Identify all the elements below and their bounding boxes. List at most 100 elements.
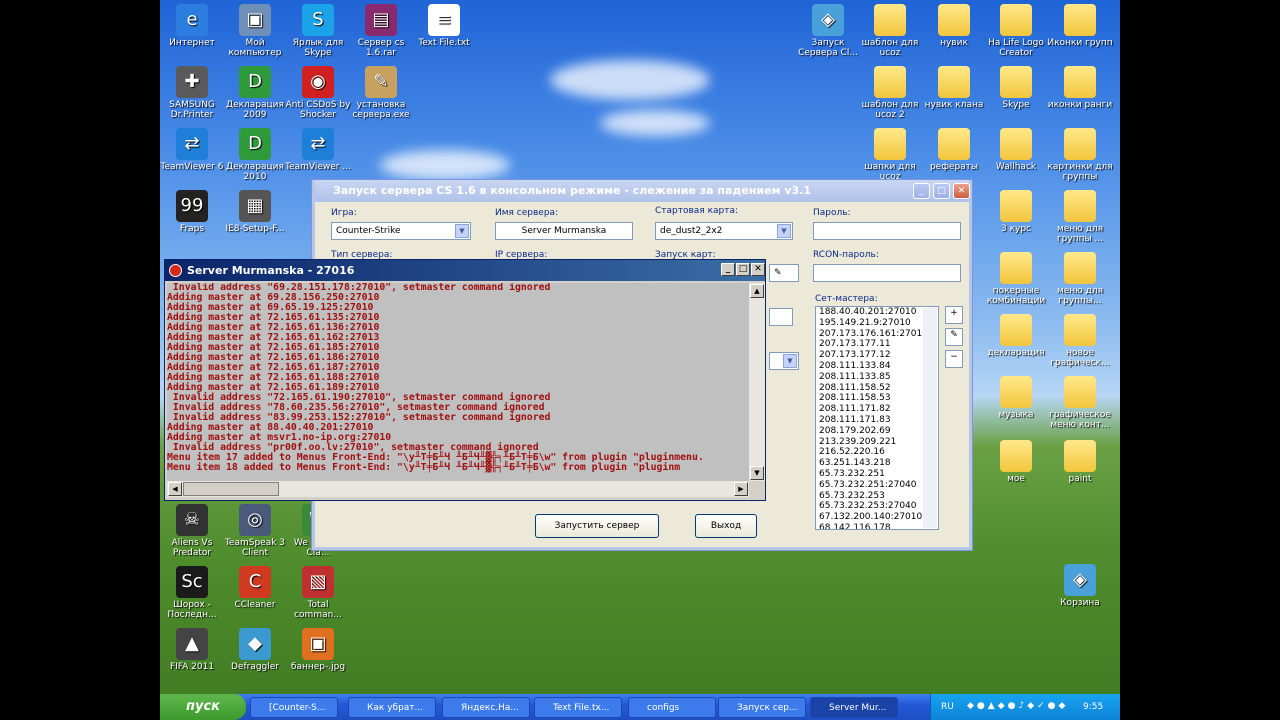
desktop-icon[interactable]: S Ярлык для Skype — [284, 4, 352, 58]
edit-button[interactable]: ✎ — [769, 264, 799, 282]
taskbar-button[interactable]: Запуск сер... — [718, 697, 806, 718]
chevron-down-icon[interactable]: ▼ — [455, 224, 469, 238]
add-master-icon[interactable]: + — [945, 306, 963, 324]
close-icon[interactable]: ✕ — [953, 183, 970, 199]
folder-item[interactable]: рефераты — [920, 128, 988, 172]
master-list-item[interactable]: 67.132.200.140:27010 — [816, 512, 938, 523]
exit-button[interactable]: Выход — [695, 514, 757, 538]
desktop-icon[interactable]: ◎ TeamSpeak 3 Client — [221, 504, 289, 558]
launcher-title-bar[interactable]: Запуск сервера CS 1.6 в консольном режим… — [315, 180, 969, 202]
tray-icons[interactable]: ◆●▲◆●♪◆✓●◆ — [967, 701, 1068, 711]
console-title-bar[interactable]: Server Murmanska - 27016 _ □ ✕ — [165, 260, 765, 281]
master-list-item[interactable]: 65.73.232.251:27040 — [816, 480, 938, 491]
server-console-window[interactable]: Server Murmanska - 27016 _ □ ✕ Invalid a… — [164, 259, 766, 501]
taskbar-button[interactable]: Text File.tx... — [534, 697, 622, 718]
maximize-icon[interactable]: □ — [736, 263, 750, 276]
edit-master-icon[interactable]: ✎ — [945, 328, 963, 346]
folder-item[interactable]: Wallhack — [982, 128, 1050, 172]
master-list-item[interactable]: 208.111.158.53 — [816, 393, 938, 404]
folder-item[interactable]: Иконки групп — [1046, 4, 1114, 48]
master-list-item[interactable]: 65.73.232.253 — [816, 491, 938, 502]
folder-item[interactable]: шаблон для ucoz 2 — [856, 66, 924, 120]
master-list-item[interactable]: 195.149.21.9:27010 — [816, 318, 938, 329]
master-list-item[interactable]: 68.142.116.178 — [816, 523, 938, 529]
desktop-icon[interactable]: ◈ Запуск Сервера Cl... — [794, 4, 862, 58]
dropdown-small[interactable]: ▼ — [769, 352, 799, 370]
folder-item[interactable]: покерные комбинации — [982, 252, 1050, 306]
folder-item[interactable]: музыка — [982, 376, 1050, 420]
desktop-icon[interactable]: ▣ баннер-.jpg — [284, 628, 352, 672]
master-list-item[interactable]: 207.173.176.161:27010 — [816, 329, 938, 340]
folder-item[interactable]: шапки для ucoz — [856, 128, 924, 182]
minimize-icon[interactable]: _ — [913, 183, 930, 199]
desktop-icon[interactable]: ◆ Defraggler — [221, 628, 289, 672]
clock[interactable]: 9:55 — [1083, 702, 1103, 712]
master-list-item[interactable]: 208.111.171.83 — [816, 415, 938, 426]
taskbar-button[interactable]: Server Mur... — [810, 697, 898, 718]
taskbar-button[interactable]: Как убрат... — [348, 697, 436, 718]
desktop-icon[interactable]: ▦ IE8-Setup-F... — [221, 190, 289, 234]
console-vertical-scrollbar[interactable]: ▲ ▼ — [749, 283, 765, 481]
desktop-icon[interactable]: 99 Fraps — [160, 190, 226, 234]
scroll-right-icon[interactable]: ▶ — [734, 482, 748, 496]
folder-item[interactable]: шаблон для ucoz — [856, 4, 924, 58]
desktop-icon[interactable]: e Интернет — [160, 4, 226, 48]
folder-item[interactable]: декларация — [982, 314, 1050, 358]
folder-item[interactable]: нувик клана — [920, 66, 988, 110]
master-list-item[interactable]: 188.40.40.201:27010 — [816, 307, 938, 318]
start-map-select[interactable]: de_dust2_2x2 ▼ — [655, 222, 793, 240]
folder-item[interactable]: paint — [1046, 440, 1114, 484]
desktop-icon[interactable]: D Декларация 2009 — [221, 66, 289, 120]
master-list-item[interactable]: 208.111.133.85 — [816, 372, 938, 383]
master-list-item[interactable]: 208.179.202.69 — [816, 426, 938, 437]
desktop-icon[interactable]: ▣ Мой компьютер — [221, 4, 289, 58]
console-horizontal-scrollbar[interactable]: ◀ ▶ — [167, 481, 749, 497]
server-name-input[interactable]: Server Murmanska — [495, 222, 633, 240]
minimize-icon[interactable]: _ — [721, 263, 735, 276]
desktop-icon[interactable]: ✎ установка сервера.exe — [347, 66, 415, 120]
delete-master-icon[interactable]: − — [945, 350, 963, 368]
taskbar-button[interactable]: Яндекс.На... — [442, 697, 530, 718]
desktop-icon[interactable]: ▧ Total comman... — [284, 566, 352, 620]
master-list-item[interactable]: 208.111.133.84 — [816, 361, 938, 372]
chevron-down-icon[interactable]: ▼ — [777, 224, 791, 238]
start-server-button[interactable]: Запустить сервер — [535, 514, 659, 538]
folder-item[interactable]: 3 курс — [982, 190, 1050, 234]
desktop-icon[interactable]: ⇄ TeamViewer 6 — [160, 128, 226, 172]
desktop-icon[interactable]: ▲ FIFA 2011 — [160, 628, 226, 672]
master-list-item[interactable]: 65.73.232.253:27040 — [816, 501, 938, 512]
desktop-icon[interactable]: ▤ Сервер cs 1.6.rar — [347, 4, 415, 58]
master-list-item[interactable]: 207.173.177.11 — [816, 339, 938, 350]
masters-scrollbar[interactable] — [923, 308, 937, 528]
chevron-down-icon[interactable]: ▼ — [783, 354, 797, 368]
desktop-icon[interactable]: ⇄ TeamViewer ... — [284, 128, 352, 172]
game-select[interactable]: Counter-Strike ▼ — [331, 222, 471, 240]
folder-item[interactable]: Ha Life Logo Creator — [982, 4, 1050, 58]
folder-item[interactable]: новое графическ... — [1046, 314, 1114, 368]
folder-item[interactable]: мое — [982, 440, 1050, 484]
maximize-icon[interactable]: □ — [933, 183, 950, 199]
master-list-item[interactable]: 208.111.171.82 — [816, 404, 938, 415]
scroll-down-icon[interactable]: ▼ — [750, 466, 764, 480]
desktop-icon[interactable]: D Декларация 2010 — [221, 128, 289, 182]
close-icon[interactable]: ✕ — [751, 263, 765, 276]
folder-item[interactable]: Skype — [982, 66, 1050, 110]
desktop-icon[interactable]: ✚ SAMSUNG Dr.Printer — [160, 66, 226, 120]
desktop-icon[interactable]: Sc Шорох - Последн... — [160, 566, 226, 620]
desktop-icon[interactable]: ≡ Text File.txt — [410, 4, 478, 48]
desktop-icon[interactable]: ◉ Anti CSDoS by Shocker — [284, 66, 352, 120]
folder-item[interactable]: нувик — [920, 4, 988, 48]
master-list-item[interactable]: 213.239.209.221 — [816, 437, 938, 448]
folder-item[interactable]: меню для группы ... — [1046, 190, 1114, 244]
folder-item[interactable]: графическое меню конт... — [1046, 376, 1114, 430]
folder-item[interactable]: картинки для группы — [1046, 128, 1114, 182]
scroll-up-icon[interactable]: ▲ — [750, 284, 764, 298]
scroll-thumb[interactable] — [183, 482, 279, 496]
language-indicator[interactable]: RU — [941, 702, 954, 712]
start-button[interactable]: пуск — [160, 694, 246, 720]
rcon-input[interactable] — [813, 264, 961, 282]
scroll-left-icon[interactable]: ◀ — [168, 482, 182, 496]
desktop-icon[interactable]: ◈ Корзина — [1046, 564, 1114, 608]
master-list-item[interactable]: 63.251.143.218 — [816, 458, 938, 469]
folder-item[interactable]: меню для группы... — [1046, 252, 1114, 306]
